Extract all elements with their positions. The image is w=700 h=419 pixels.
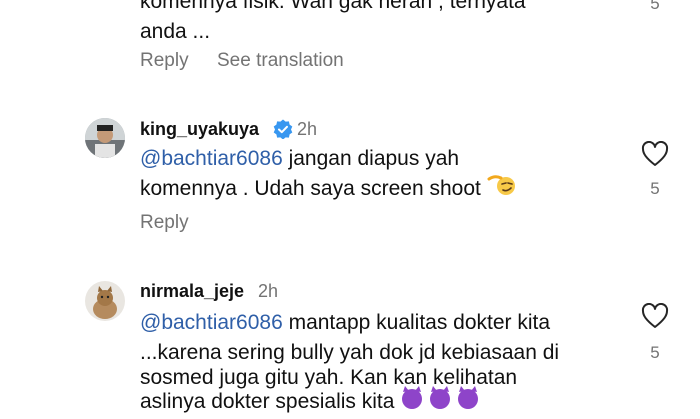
verified-badge-icon xyxy=(273,119,293,140)
devil-emoji-icon xyxy=(400,386,484,419)
comment-text-line: aslinya dokter spesialis kita xyxy=(140,386,484,419)
comment-text-line: komennya fisik. Wah gak heran , ternyata xyxy=(140,0,526,13)
smirk-emoji-icon xyxy=(487,173,517,206)
mention-link[interactable]: @bachtiar6086 xyxy=(140,147,283,170)
reply-button[interactable]: Reply xyxy=(140,212,189,234)
reply-button[interactable]: Reply xyxy=(140,50,189,72)
mention-link[interactable]: @bachtiar6086 xyxy=(140,311,283,334)
comment-text-line: @bachtiar6086 jangan diapus yah xyxy=(140,143,459,174)
avatar[interactable] xyxy=(85,118,125,158)
comment-username[interactable]: king_uyakuya xyxy=(140,119,259,140)
comment-username[interactable]: nirmala_jeje xyxy=(140,281,244,302)
comment-text-line: komennya . Udah saya screen shoot xyxy=(140,173,517,206)
see-translation-button[interactable]: See translation xyxy=(217,50,344,72)
like-count: 5 xyxy=(650,343,660,362)
like-count: 5 xyxy=(650,179,660,198)
comment-timestamp: 2h xyxy=(297,119,318,139)
comment-text: komennya . Udah saya screen shoot xyxy=(140,177,487,201)
like-count: 5 xyxy=(650,0,660,13)
avatar[interactable] xyxy=(85,281,125,321)
comment-timestamp: 2h xyxy=(258,281,279,301)
heart-icon[interactable] xyxy=(641,302,669,329)
comment-text-line: anda ... xyxy=(140,20,211,43)
comment-text: mantapp kualitas dokter kita xyxy=(282,311,551,334)
comment-text-line: @bachtiar6086 mantapp kualitas dokter ki… xyxy=(140,307,550,338)
heart-icon[interactable] xyxy=(641,140,669,167)
comment-text: aslinya dokter spesialis kita xyxy=(140,390,401,414)
comment-text: jangan diapus yah xyxy=(282,147,460,170)
